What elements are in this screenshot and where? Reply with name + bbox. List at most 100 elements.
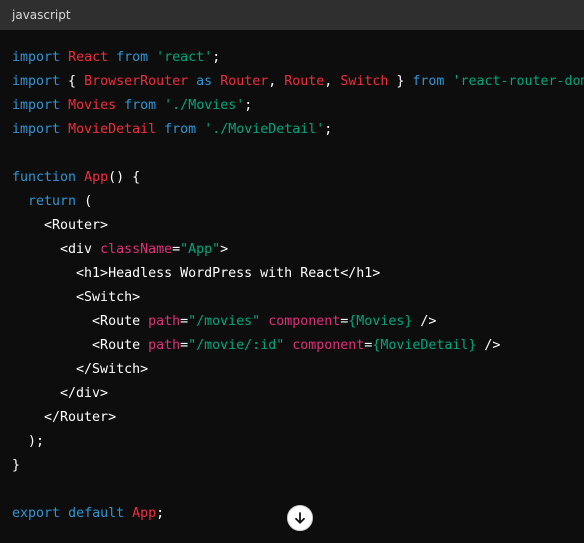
code-token: path xyxy=(148,338,181,353)
code-token: import xyxy=(12,50,61,65)
code-token: <Route xyxy=(12,314,149,329)
code-token: default xyxy=(68,506,125,521)
code-token: component xyxy=(292,338,365,353)
code-token: export xyxy=(12,506,61,521)
code-token: Router xyxy=(220,74,269,89)
code-token: Movies xyxy=(68,98,117,113)
code-token: "App" xyxy=(180,242,221,257)
code-token: 'react-router-dom' xyxy=(452,74,584,89)
code-token: <h1>Headless WordPress with React</h1> xyxy=(12,266,381,281)
code-token: } xyxy=(388,74,413,89)
code-line: </Router> xyxy=(12,406,584,430)
code-line: } xyxy=(12,454,584,478)
arrow-down-icon xyxy=(295,512,305,524)
code-token: 'react' xyxy=(156,50,213,65)
code-token: <Route xyxy=(12,338,149,353)
code-token: import xyxy=(12,122,61,137)
code-token: {Movies} xyxy=(348,314,413,329)
code-token: </Router> xyxy=(12,410,117,425)
code-token: from xyxy=(124,98,157,113)
code-token: () { xyxy=(108,170,141,185)
code-token: /> xyxy=(476,338,501,353)
code-line: ); xyxy=(12,430,584,454)
code-token: <Switch> xyxy=(12,290,141,305)
code-body[interactable]: import React from 'react'; import { Brows… xyxy=(0,30,584,543)
code-token: "/movie/:id" xyxy=(188,338,285,353)
code-line: function App() { xyxy=(12,166,584,190)
code-line: <div className="App"> xyxy=(12,238,584,262)
code-line: </div> xyxy=(12,382,584,406)
code-line: ​ xyxy=(12,478,584,502)
code-token: ; xyxy=(324,122,333,137)
code-token: function xyxy=(12,170,77,185)
code-line: return ( xyxy=(12,190,584,214)
code-line: import MovieDetail from './MovieDetail'; xyxy=(12,118,584,142)
code-token: className xyxy=(100,242,173,257)
code-token: } xyxy=(12,458,21,473)
code-token: from xyxy=(164,122,197,137)
code-token: ); xyxy=(12,434,45,449)
code-token: import xyxy=(12,74,61,89)
code-token: ; xyxy=(244,98,253,113)
code-token: from xyxy=(116,50,149,65)
code-token: ( xyxy=(76,194,93,209)
scroll-to-bottom-button[interactable] xyxy=(287,505,313,531)
code-token: React xyxy=(68,50,109,65)
code-line: import Movies from './Movies'; xyxy=(12,94,584,118)
code-line: import React from 'react'; xyxy=(12,46,584,70)
code-token: './Movies' xyxy=(164,98,245,113)
code-token: , xyxy=(324,74,341,89)
code-token: return xyxy=(28,194,77,209)
code-token: Switch xyxy=(340,74,389,89)
code-token: /> xyxy=(412,314,437,329)
code-content[interactable]: import React from 'react'; import { Brows… xyxy=(0,30,584,526)
code-token: Route xyxy=(284,74,325,89)
code-token: App xyxy=(84,170,109,185)
code-token: ; xyxy=(156,506,165,521)
code-token: ; xyxy=(212,50,221,65)
code-token: </div> xyxy=(12,386,109,401)
code-token: <div xyxy=(12,242,101,257)
code-block-header: javascript xyxy=(0,0,584,30)
code-token: MovieDetail xyxy=(68,122,157,137)
code-token: </Switch> xyxy=(12,362,149,377)
code-token: path xyxy=(148,314,181,329)
code-token: = xyxy=(172,242,181,257)
code-token: from xyxy=(412,74,445,89)
code-token: "/movies" xyxy=(188,314,261,329)
code-line: ​ xyxy=(12,142,584,166)
code-line: import { BrowserRouter as Router, Route,… xyxy=(12,70,584,94)
code-token: = xyxy=(180,314,189,329)
code-line: <h1>Headless WordPress with React</h1> xyxy=(12,262,584,286)
code-token: import xyxy=(12,98,61,113)
code-token: , xyxy=(268,74,285,89)
code-token: <Router> xyxy=(12,218,109,233)
code-token: component xyxy=(268,314,341,329)
code-token: BrowserRouter xyxy=(84,74,189,89)
code-token: as xyxy=(196,74,213,89)
code-token: { xyxy=(60,74,85,89)
code-line: </Switch> xyxy=(12,358,584,382)
code-line: <Route path="/movie/:id" component={Movi… xyxy=(12,334,584,358)
code-language-label: javascript xyxy=(12,8,71,22)
code-line: <Router> xyxy=(12,214,584,238)
code-line: <Switch> xyxy=(12,286,584,310)
code-token: './MovieDetail' xyxy=(204,122,325,137)
code-line: <Route path="/movies" component={Movies}… xyxy=(12,310,584,334)
code-token: = xyxy=(180,338,189,353)
code-token: > xyxy=(220,242,229,257)
code-token: App xyxy=(132,506,157,521)
